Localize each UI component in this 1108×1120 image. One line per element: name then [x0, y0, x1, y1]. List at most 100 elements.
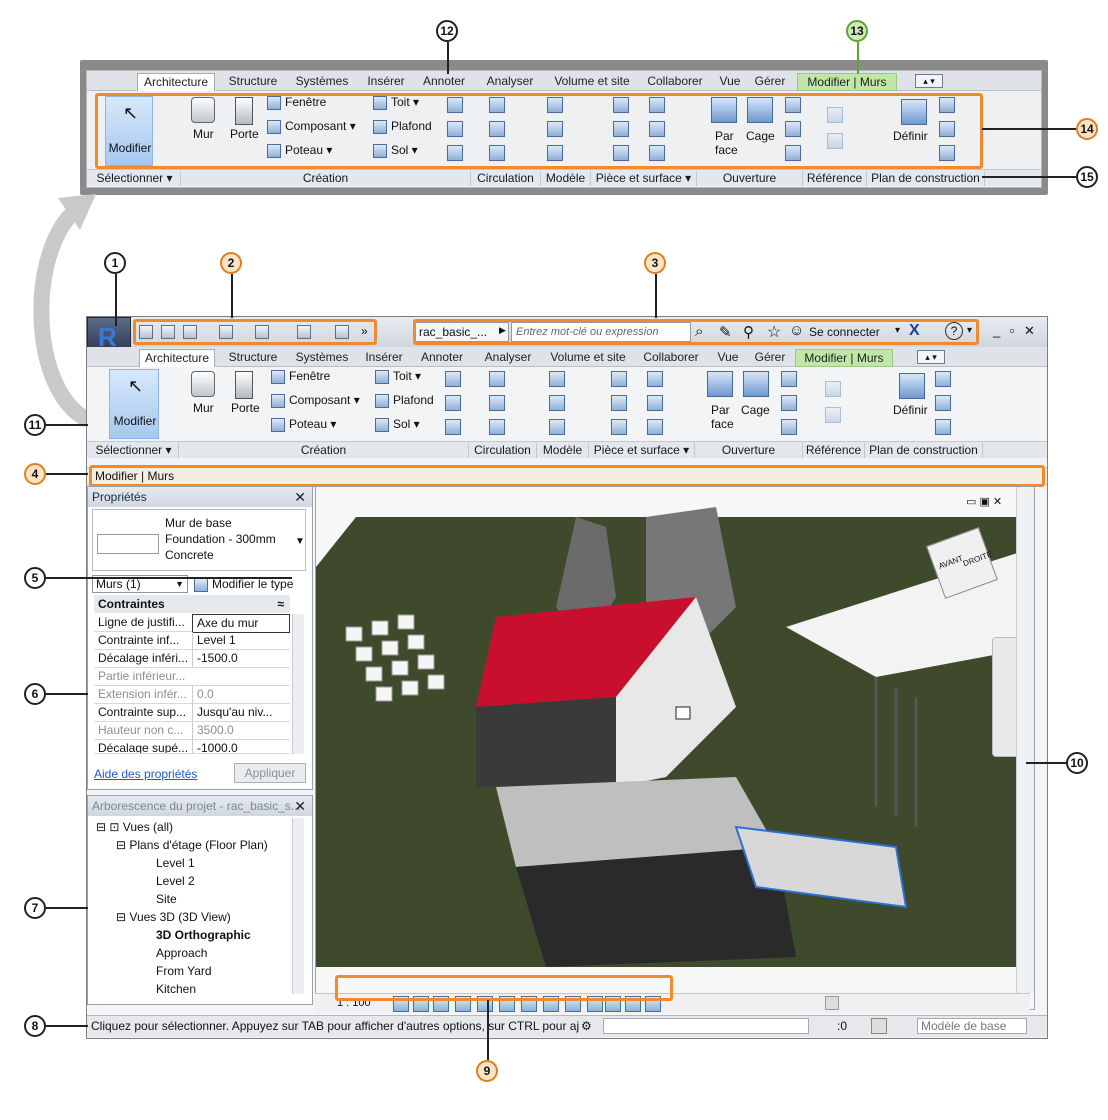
tab-modify-walls[interactable]: Modifier | Murs [797, 73, 897, 91]
browser-scrollbar[interactable] [292, 818, 304, 994]
wall-opening-icon[interactable] [781, 371, 797, 387]
ref-plane-icon[interactable] [935, 395, 951, 411]
group-header[interactable]: Contraintes ≈ [94, 595, 290, 613]
tab-structure[interactable]: Structure [221, 73, 285, 91]
tree-node-3d-views[interactable]: ⊟ Vues 3D (3D View) [116, 910, 231, 924]
tree-node-level1[interactable]: Level 1 [156, 856, 195, 870]
dormer-icon[interactable] [781, 419, 797, 435]
tab-insert[interactable]: Insérer [361, 73, 411, 91]
property-row[interactable]: Ligne de justifi... Axe du mur [94, 614, 290, 633]
ribbon-minimize-button[interactable]: ▴ ▾ [915, 74, 943, 88]
horizontal-scroll-thumb[interactable] [825, 996, 839, 1010]
panel-room-area[interactable]: Pièce et surface ▾ [591, 171, 697, 186]
roof-button[interactable]: Toit ▾ [375, 369, 421, 384]
stair-icon[interactable] [489, 419, 505, 435]
tree-node-views[interactable]: ⊟ ⊡ Vues (all) [96, 820, 173, 834]
area-tag-icon[interactable] [647, 419, 663, 435]
tab-annotate[interactable]: Annoter [415, 73, 473, 91]
property-row[interactable]: Hauteur non c... 3500.0 [94, 722, 290, 740]
level-icon[interactable] [825, 381, 841, 397]
tree-node-floor-plans[interactable]: ⊟ Plans d'étage (Floor Plan) [116, 838, 268, 852]
model-text-icon[interactable] [549, 371, 565, 387]
curtain-grid-icon[interactable] [445, 395, 461, 411]
filter-icon[interactable] [871, 1018, 887, 1034]
tab-annotate[interactable]: Annoter [413, 349, 471, 367]
ceiling-button[interactable]: Plafond [375, 393, 434, 408]
room-tag-icon[interactable] [611, 395, 627, 411]
tab-collaborate[interactable]: Collaborer [641, 73, 709, 91]
tab-massing-site[interactable]: Volume et site [547, 73, 637, 91]
model-group-icon[interactable] [549, 419, 565, 435]
floor-button[interactable]: Sol ▾ [375, 417, 420, 432]
property-row[interactable]: Contrainte sup... Jusqu'au niv... [94, 704, 290, 722]
tab-architecture[interactable]: Architecture [137, 73, 215, 91]
panel-room-area[interactable]: Pièce et surface ▾ [589, 443, 695, 458]
window-controls[interactable]: _ ▫ ✕ [993, 323, 1038, 339]
panel-select[interactable]: Sélectionner ▾ [89, 171, 181, 186]
tree-node-from-yard[interactable]: From Yard [156, 964, 212, 978]
tab-systems[interactable]: Systèmes [287, 349, 357, 367]
vertical-opening-icon[interactable] [781, 395, 797, 411]
type-selector[interactable]: Mur de base Foundation - 300mm Concrete … [92, 509, 306, 571]
property-row[interactable]: Décalage inféri... -1500.0 [94, 650, 290, 668]
tab-architecture[interactable]: Architecture [139, 349, 215, 367]
panel-select[interactable]: Sélectionner ▾ [89, 443, 179, 458]
tree-node-approach[interactable]: Approach [156, 946, 207, 960]
window-button[interactable]: Fenêtre [271, 369, 330, 384]
tree-node-site[interactable]: Site [156, 892, 177, 906]
apply-button[interactable]: Appliquer [234, 763, 306, 783]
properties-title: Propriétés [92, 490, 147, 504]
tab-collaborate[interactable]: Collaborer [637, 349, 705, 367]
grid-icon[interactable] [825, 407, 841, 423]
design-option-dropdown[interactable]: Modèle de base [917, 1018, 1027, 1034]
property-row[interactable]: Extension infér... 0.0 [94, 686, 290, 704]
tab-systems[interactable]: Systèmes [287, 73, 357, 91]
view-window-controls[interactable]: ▭ ▣ ✕ [966, 495, 1002, 508]
railing-icon[interactable] [489, 371, 505, 387]
worksets-icon[interactable]: ⚙ [581, 1016, 592, 1036]
tab-analyze[interactable]: Analyser [479, 73, 541, 91]
tab-view[interactable]: Vue [715, 73, 745, 91]
tab-analyze[interactable]: Analyser [477, 349, 539, 367]
room-separator-icon[interactable] [647, 371, 663, 387]
vertical-scrollbar[interactable] [1016, 487, 1034, 993]
tab-modify-walls[interactable]: Modifier | Murs [795, 349, 893, 367]
tab-structure[interactable]: Structure [221, 349, 285, 367]
property-row[interactable]: Contrainte inf... Level 1 [94, 632, 290, 650]
tree-node-level2[interactable]: Level 2 [156, 874, 195, 888]
workset-dropdown[interactable] [603, 1018, 809, 1034]
shaft-button[interactable]: Cage [741, 403, 770, 417]
wall-button[interactable]: Mur [193, 401, 214, 415]
area-boundary-icon[interactable] [647, 395, 663, 411]
mullion-icon[interactable] [445, 419, 461, 435]
area-icon[interactable] [611, 419, 627, 435]
tab-view[interactable]: Vue [713, 349, 743, 367]
model-line-icon[interactable] [549, 395, 565, 411]
component-button[interactable]: Composant ▾ [271, 393, 360, 408]
tree-node-kitchen[interactable]: Kitchen [156, 982, 196, 996]
ribbon-minimize-button[interactable]: ▴ ▾ [917, 350, 945, 364]
curtain-system-icon[interactable] [445, 371, 461, 387]
property-row[interactable]: Partie inférieur... [94, 668, 290, 686]
by-face-button[interactable]: Par face [711, 403, 734, 431]
tab-insert[interactable]: Insérer [359, 349, 409, 367]
chevron-down-icon[interactable]: ▼ [295, 536, 305, 547]
properties-scrollbar[interactable] [292, 614, 304, 754]
property-row[interactable]: Décalage supé... -1000.0 [94, 740, 290, 754]
door-button[interactable]: Porte [231, 401, 260, 415]
close-icon[interactable]: ✕ [294, 796, 306, 816]
room-icon[interactable] [611, 371, 627, 387]
set-button[interactable]: Définir [893, 403, 928, 417]
tab-manage[interactable]: Gérer [751, 349, 789, 367]
properties-help-link[interactable]: Aide des propriétés [94, 767, 197, 781]
tree-node-3d-ortho[interactable]: 3D Orthographic [156, 928, 251, 942]
viewer-icon[interactable] [935, 419, 951, 435]
drawing-area[interactable]: AVANT DROITE ▭ ▣ ✕ [315, 486, 1035, 1010]
show-work-plane-icon[interactable] [935, 371, 951, 387]
modify-button[interactable]: ↖ Modifier [109, 369, 159, 439]
close-icon[interactable]: ✕ [294, 487, 306, 507]
tab-manage[interactable]: Gérer [751, 73, 789, 91]
ramp-icon[interactable] [489, 395, 505, 411]
tab-massing-site[interactable]: Volume et site [543, 349, 633, 367]
column-button[interactable]: Poteau ▾ [271, 417, 336, 432]
